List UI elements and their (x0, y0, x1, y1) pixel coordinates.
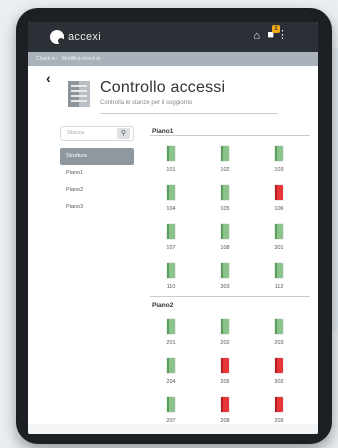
room-tile[interactable]: 106 (268, 185, 290, 219)
door-icon (167, 397, 175, 412)
room-tile[interactable]: 105 (214, 185, 236, 219)
top-bar: accexi ⌂ ■ 1 ⋮ (28, 22, 318, 52)
door-icon (275, 358, 283, 373)
room-tile[interactable]: 101 (160, 146, 182, 180)
page-title: Controllo accessi (100, 79, 226, 96)
home-icon[interactable]: ⌂ (253, 30, 260, 42)
title-divider (100, 113, 278, 114)
door-icon (221, 358, 229, 373)
room-tile[interactable]: 303 (214, 263, 236, 297)
room-tile[interactable]: 102 (214, 146, 236, 180)
breadcrumb: Check in › Modifica check in (28, 52, 318, 66)
building-icon (68, 81, 90, 107)
room-tile[interactable]: 110 (160, 263, 182, 297)
room-number: 112 (274, 284, 284, 290)
floor-title-piano2: Piano2 (152, 302, 174, 309)
room-tile[interactable]: 201 (160, 319, 182, 353)
room-number: 203 (274, 340, 284, 346)
door-icon (167, 358, 175, 373)
app-screen: accexi ⌂ ■ 1 ⋮ Check in › Modifica check… (28, 22, 318, 434)
sidebar-item-piano2[interactable]: Piano2 (60, 182, 134, 199)
sidebar-item-piano3[interactable]: Piano3 (60, 199, 134, 216)
door-icon (221, 319, 229, 334)
back-arrow-icon[interactable]: ‹ (46, 70, 51, 86)
floor-divider (150, 296, 310, 297)
room-tile[interactable]: 103 (268, 146, 290, 180)
room-number: 202 (220, 340, 230, 346)
door-icon (221, 185, 229, 200)
door-icon (275, 146, 283, 161)
breadcrumb-item-checkin[interactable]: Check in (36, 56, 55, 62)
room-tile[interactable]: 205 (214, 358, 236, 392)
door-icon (167, 263, 175, 278)
door-icon (221, 146, 229, 161)
room-tile[interactable]: 302 (268, 358, 290, 392)
door-icon (275, 397, 283, 412)
search-placeholder: Stanza (67, 130, 85, 136)
room-number: 108 (220, 245, 230, 251)
door-icon (275, 224, 283, 239)
door-icon (167, 224, 175, 239)
room-number: 106 (274, 206, 284, 212)
sidebar-item-piano1[interactable]: Piano1 (60, 165, 134, 182)
room-tile[interactable]: 301 (268, 224, 290, 258)
door-icon (221, 397, 229, 412)
room-number: 201 (166, 340, 176, 346)
room-number: 205 (220, 379, 230, 385)
door-icon (221, 224, 229, 239)
room-number: 105 (220, 206, 230, 212)
sidebar-item-strutture[interactable]: Strutture (60, 148, 134, 165)
page-subtitle: Controlla le stanze per il soggiorno (100, 100, 193, 106)
room-number: 103 (274, 167, 284, 173)
room-number: 101 (166, 167, 176, 173)
breadcrumb-separator: › (56, 56, 58, 62)
door-icon (221, 263, 229, 278)
door-icon (167, 185, 175, 200)
room-tile[interactable]: 104 (160, 185, 182, 219)
breadcrumb-item-modifica[interactable]: Modifica check in (62, 56, 100, 62)
search-input[interactable]: Stanza ⚲ (60, 126, 134, 141)
room-number: 104 (166, 206, 176, 212)
floor-title-piano1: Piano1 (152, 128, 174, 135)
room-number: 102 (220, 167, 230, 173)
room-tile[interactable]: 204 (160, 358, 182, 392)
search-icon[interactable]: ⚲ (117, 128, 130, 139)
room-number: 110 (166, 284, 176, 290)
room-number: 107 (166, 245, 176, 251)
bottom-edge (28, 424, 318, 434)
logo-icon (50, 30, 64, 44)
menu-icon[interactable]: ⋮ (277, 28, 288, 41)
room-number: 204 (166, 379, 176, 385)
app-logo-text: accexi (68, 31, 101, 43)
room-tile[interactable]: 107 (160, 224, 182, 258)
door-icon (167, 319, 175, 334)
door-icon (275, 319, 283, 334)
door-icon (167, 146, 175, 161)
room-tile[interactable]: 203 (268, 319, 290, 353)
room-tile[interactable]: 112 (268, 263, 290, 297)
sidebar: Strutture Piano1 Piano2 Piano3 (60, 148, 134, 216)
room-number: 301 (274, 245, 284, 251)
room-tile[interactable]: 108 (214, 224, 236, 258)
floor-divider (150, 135, 310, 136)
door-icon (275, 185, 283, 200)
room-tile[interactable]: 202 (214, 319, 236, 353)
room-number: 303 (220, 284, 230, 290)
room-number: 302 (274, 379, 284, 385)
door-icon (275, 263, 283, 278)
